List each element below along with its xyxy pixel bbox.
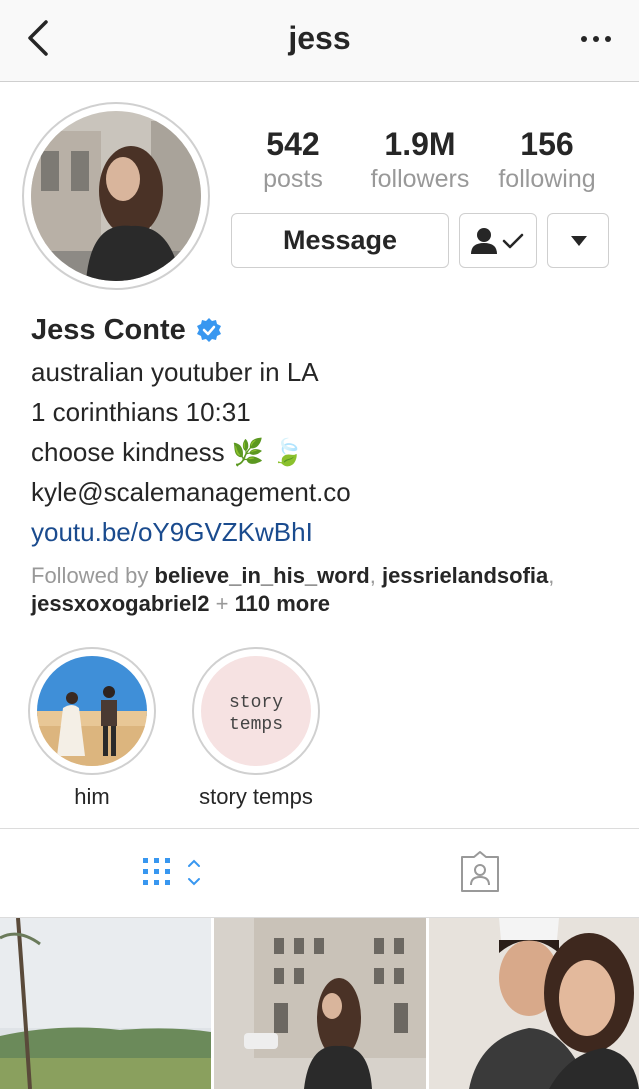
- profile-name-text: Jess Conte: [31, 314, 186, 346]
- highlight-cover: [37, 656, 147, 766]
- top-bar: jess: [0, 0, 639, 82]
- separator: ,: [369, 563, 382, 588]
- posts-label: posts: [263, 165, 323, 193]
- followed-by-prefix: Followed by: [31, 563, 155, 588]
- following-label: following: [498, 165, 596, 193]
- highlight-cover-text: story temps: [228, 693, 283, 735]
- tab-tagged[interactable]: [452, 849, 512, 899]
- highlight-cover: story temps: [201, 656, 311, 766]
- follower-link[interactable]: jessxoxogabriel2: [31, 591, 210, 616]
- post-thumbnail[interactable]: [214, 918, 426, 1089]
- suggestions-dropdown-button[interactable]: [547, 213, 609, 268]
- highlight-story-temps[interactable]: story temps: [192, 647, 320, 775]
- profile-tabs: [0, 828, 639, 918]
- bio-line: choose kindness 🌿 🍃: [31, 437, 304, 467]
- tagged-person-icon: [461, 851, 499, 892]
- avatar[interactable]: [31, 111, 201, 281]
- follower-link[interactable]: believe_in_his_word: [155, 563, 370, 588]
- followed-by: Followed by believe_in_his_word, jessrie…: [31, 562, 621, 618]
- separator: ,: [548, 563, 555, 588]
- more-options-icon[interactable]: [579, 22, 613, 56]
- posts-count: 542: [266, 126, 320, 162]
- profile-name: Jess Conte: [31, 314, 224, 347]
- verified-badge-icon: [196, 317, 221, 342]
- caret-down-icon: [571, 236, 587, 246]
- post-thumbnail[interactable]: [0, 918, 211, 1089]
- following-button[interactable]: [459, 213, 537, 268]
- follower-link[interactable]: jessrielandsofia: [382, 563, 548, 588]
- bio-line: 1 corinthians 10:31: [31, 397, 251, 427]
- followers-label: followers: [370, 165, 470, 193]
- bio-line: australian youtuber in LA: [31, 357, 319, 387]
- stat-followers[interactable]: 1.9M followers: [350, 124, 490, 194]
- stat-following[interactable]: 156 following: [477, 124, 617, 194]
- message-button[interactable]: Message: [231, 213, 449, 268]
- highlight-label: story temps: [199, 784, 313, 809]
- tab-grid-view[interactable]: [140, 849, 200, 899]
- followers-count: 1.9M: [384, 126, 456, 162]
- following-count: 156: [520, 126, 574, 162]
- grid-icon: [143, 858, 200, 886]
- bio-link[interactable]: youtu.be/oY9GVZKwBhI: [31, 517, 313, 548]
- bio-email: kyle@scalemanagement.co: [31, 477, 351, 507]
- highlight-him[interactable]: [28, 647, 156, 775]
- highlight-label: him: [74, 784, 110, 809]
- stat-posts[interactable]: 542 posts: [223, 124, 363, 194]
- post-thumbnail[interactable]: [429, 918, 639, 1089]
- more-followers-link[interactable]: 110 more: [235, 591, 330, 616]
- plus-sign: +: [209, 591, 235, 616]
- person-check-icon: [471, 228, 524, 254]
- page-title: jess: [288, 20, 351, 56]
